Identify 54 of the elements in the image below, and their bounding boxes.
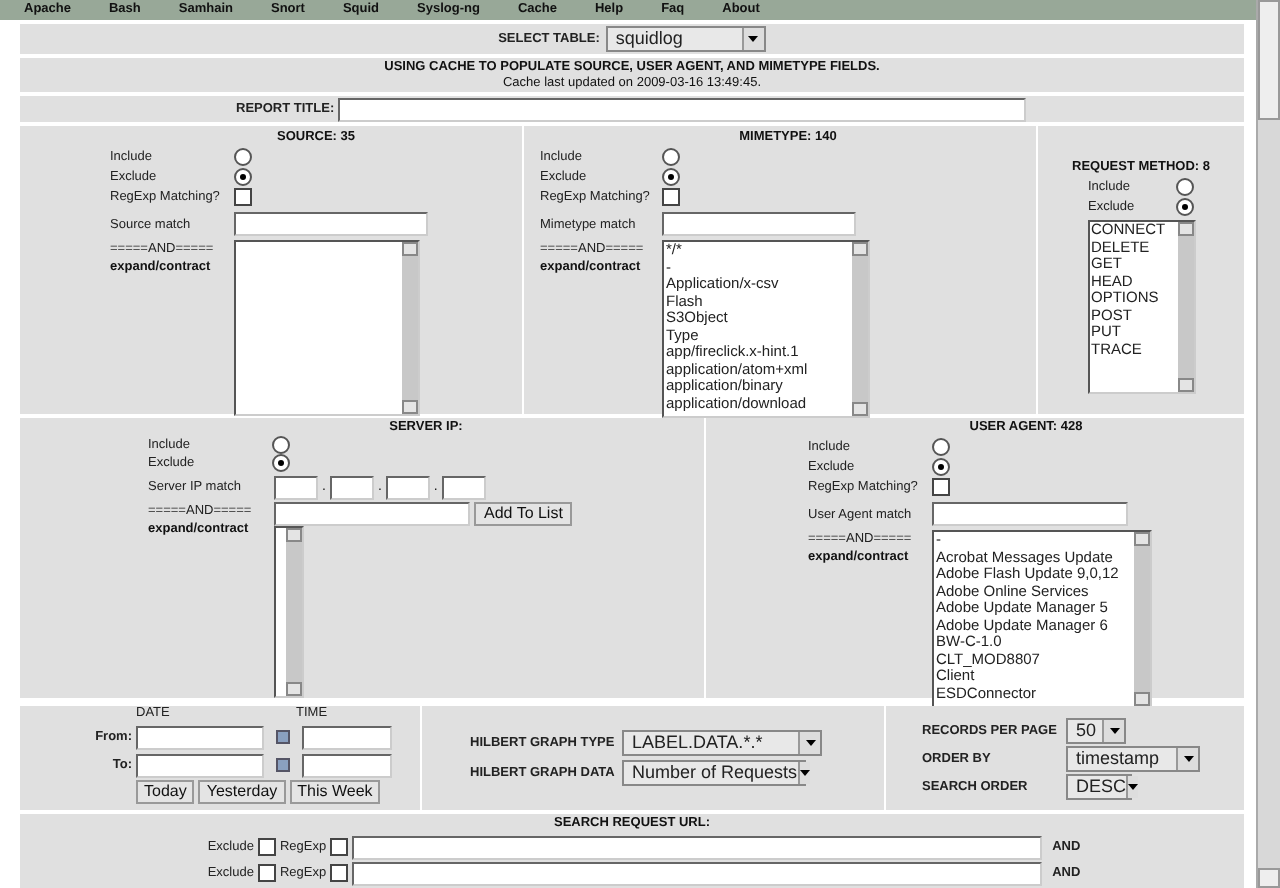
page-scrollbar[interactable] bbox=[1256, 0, 1280, 888]
scrollbar[interactable] bbox=[286, 528, 302, 697]
ip-octet-field[interactable] bbox=[385, 475, 430, 500]
date-preset-button[interactable]: Today bbox=[136, 780, 195, 804]
radio-button[interactable] bbox=[662, 167, 680, 185]
radio-button[interactable] bbox=[1176, 177, 1194, 195]
url-field[interactable] bbox=[352, 861, 1043, 885]
date-field[interactable] bbox=[136, 725, 264, 749]
checkbox[interactable] bbox=[234, 188, 252, 206]
radio-button[interactable] bbox=[272, 454, 290, 473]
date-preset-button[interactable]: This Week bbox=[289, 780, 381, 804]
ip-octet-field[interactable] bbox=[274, 475, 318, 500]
text-field[interactable] bbox=[662, 212, 856, 236]
text-field[interactable] bbox=[932, 502, 1128, 526]
text-field[interactable] bbox=[234, 212, 428, 236]
time-field[interactable] bbox=[302, 753, 392, 777]
scrollbar[interactable] bbox=[1177, 222, 1193, 392]
radio-button[interactable] bbox=[662, 147, 680, 165]
dropdown[interactable]: timestamp bbox=[1066, 745, 1200, 771]
radio-button[interactable] bbox=[234, 167, 252, 185]
checkbox[interactable] bbox=[662, 188, 680, 206]
checkbox[interactable] bbox=[330, 838, 349, 856]
checkbox[interactable] bbox=[932, 478, 950, 496]
radio-button[interactable] bbox=[234, 147, 252, 165]
radio-button[interactable] bbox=[932, 457, 950, 475]
dropdown[interactable]: Number of Requests bbox=[622, 760, 806, 786]
dropdown[interactable]: squidlog bbox=[605, 26, 766, 52]
radio-button[interactable] bbox=[1176, 197, 1194, 215]
list-box[interactable] bbox=[234, 240, 420, 416]
caret-icon bbox=[798, 732, 820, 754]
date-field[interactable] bbox=[136, 753, 264, 777]
add-to-list-button[interactable]: Add To List bbox=[474, 502, 573, 527]
scrollbar[interactable] bbox=[402, 242, 418, 414]
caret-icon bbox=[1102, 719, 1124, 741]
list-box[interactable] bbox=[274, 526, 304, 699]
dropdown[interactable]: DESC bbox=[1066, 773, 1132, 799]
ip-octet-field[interactable] bbox=[441, 475, 486, 500]
radio-button[interactable] bbox=[932, 437, 950, 455]
report-title-field[interactable] bbox=[338, 97, 1027, 121]
dropdown[interactable]: 50 bbox=[1066, 717, 1126, 743]
scrollbar[interactable] bbox=[1134, 532, 1150, 706]
checkbox[interactable] bbox=[257, 864, 276, 882]
ip-octet-field[interactable] bbox=[329, 475, 374, 500]
dropdown[interactable]: LABEL.DATA.*.* bbox=[622, 730, 822, 756]
caret-icon bbox=[1176, 747, 1198, 769]
caret-icon bbox=[797, 762, 810, 784]
radio-button[interactable] bbox=[272, 436, 290, 455]
checkbox[interactable] bbox=[257, 838, 276, 856]
time-field[interactable] bbox=[302, 725, 392, 749]
date-preset-button[interactable]: Yesterday bbox=[198, 780, 286, 804]
scrollbar[interactable] bbox=[852, 242, 868, 416]
server-ip-field[interactable] bbox=[274, 502, 470, 527]
checkbox[interactable] bbox=[330, 864, 349, 882]
url-field[interactable] bbox=[352, 835, 1043, 859]
